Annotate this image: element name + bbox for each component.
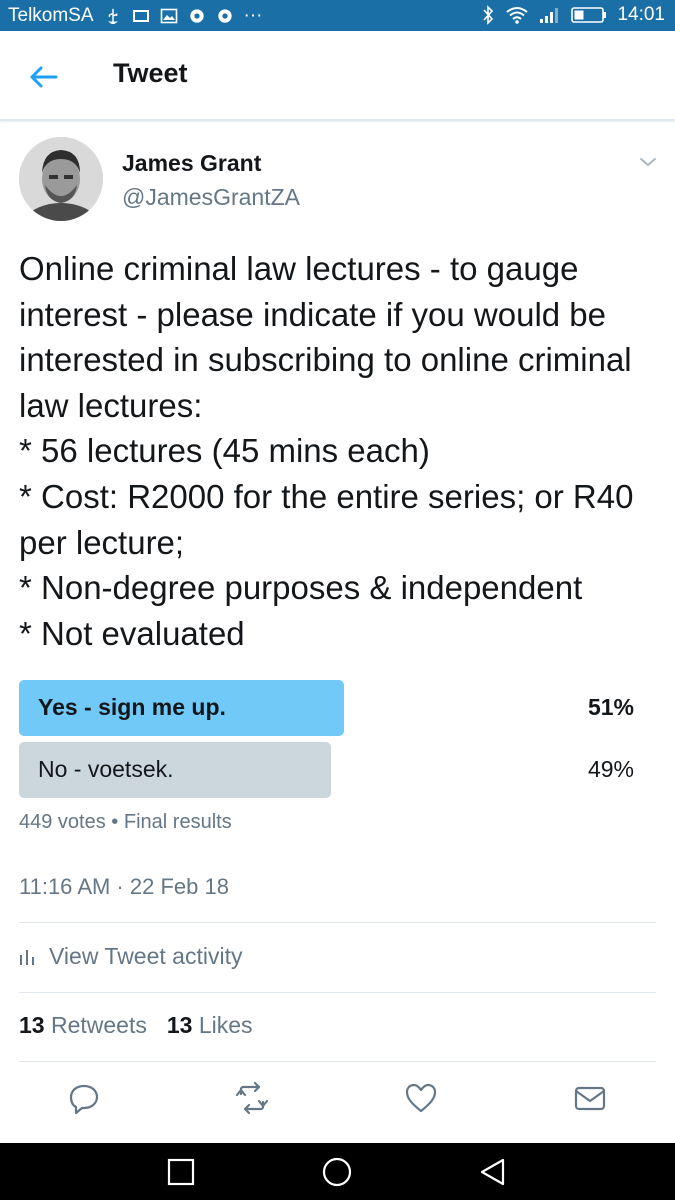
- gallery-icon: [160, 8, 177, 24]
- likes-count: 13: [166, 1012, 193, 1038]
- clock-label: 14:01: [617, 4, 665, 25]
- likes-label: Likes: [198, 1012, 253, 1038]
- poll-option-no[interactable]: No - voetsek. 49%: [19, 742, 638, 798]
- poll-option-yes[interactable]: Yes - sign me up. 51%: [19, 680, 638, 736]
- battery-icon: [571, 7, 607, 23]
- chevron-down-icon[interactable]: [636, 150, 660, 174]
- usb-icon: [107, 8, 118, 24]
- retweets-label: Retweets: [50, 1012, 147, 1038]
- poll-separator: •: [111, 811, 119, 833]
- page-title: Tweet: [113, 58, 188, 88]
- poll-option-percent: 51%: [587, 694, 634, 720]
- wifi-icon: [506, 7, 529, 24]
- divider: [19, 1061, 656, 1062]
- tweet-text: Online criminal law lectures - to gauge …: [19, 250, 634, 652]
- tweet-stats: 13 Retweets 13 Likes: [19, 1012, 253, 1039]
- status-bar-right: 14:01: [481, 4, 665, 26]
- home-circle-icon[interactable]: [320, 1155, 354, 1189]
- retweets-stat[interactable]: 13 Retweets: [19, 1012, 147, 1039]
- view-tweet-activity-link[interactable]: View Tweet activity: [19, 943, 242, 970]
- avatar[interactable]: [19, 137, 103, 221]
- mail-icon[interactable]: [570, 1078, 610, 1118]
- recents-square-icon[interactable]: [164, 1155, 198, 1189]
- activity-label: View Tweet activity: [49, 943, 243, 969]
- reply-icon[interactable]: [64, 1078, 104, 1118]
- chrome-icon: [189, 9, 204, 23]
- back-triangle-icon[interactable]: [476, 1155, 510, 1189]
- poll-status: Final results: [123, 811, 232, 833]
- tweet-timestamp: 11:16 AM · 22 Feb 18: [19, 874, 229, 899]
- avatar-photo: [19, 137, 103, 221]
- poll-option-percent: 49%: [587, 756, 634, 782]
- author-name[interactable]: James Grant: [122, 150, 261, 177]
- tweet-action-bar: [0, 1078, 675, 1124]
- poll-option-label: Yes - sign me up.: [38, 694, 226, 720]
- more-notifications-label: ···: [243, 5, 263, 26]
- bar-chart-icon: [20, 949, 34, 965]
- poll-meta: 449 votes • Final results: [19, 811, 232, 834]
- bluetooth-icon: [483, 5, 494, 25]
- system-nav-bar: [0, 1143, 675, 1200]
- app-bar: Tweet: [0, 31, 675, 121]
- retweet-icon[interactable]: [232, 1078, 272, 1118]
- chrome-icon-2: [217, 9, 232, 23]
- status-bar: TelkomSA ··· 14:01: [0, 0, 675, 31]
- poll-votes: 449 votes: [19, 811, 106, 833]
- status-bar-left: TelkomSA ···: [8, 5, 263, 27]
- author-handle[interactable]: @JamesGrantZA: [122, 184, 300, 211]
- carrier-label: TelkomSA: [8, 5, 94, 26]
- heart-icon[interactable]: [401, 1078, 441, 1118]
- divider: [19, 992, 656, 993]
- retweets-count: 13: [19, 1012, 45, 1038]
- divider: [19, 922, 656, 923]
- signal-icon: [540, 8, 559, 23]
- tweet-detail-screen: TelkomSA ··· 14:01 Tweet James Grant @Ja…: [0, 0, 675, 1200]
- likes-stat[interactable]: 13 Likes: [167, 1012, 253, 1039]
- arrow-left-icon[interactable]: [24, 57, 64, 97]
- screen-icon: [132, 10, 149, 22]
- poll-option-label: No - voetsek.: [38, 756, 174, 782]
